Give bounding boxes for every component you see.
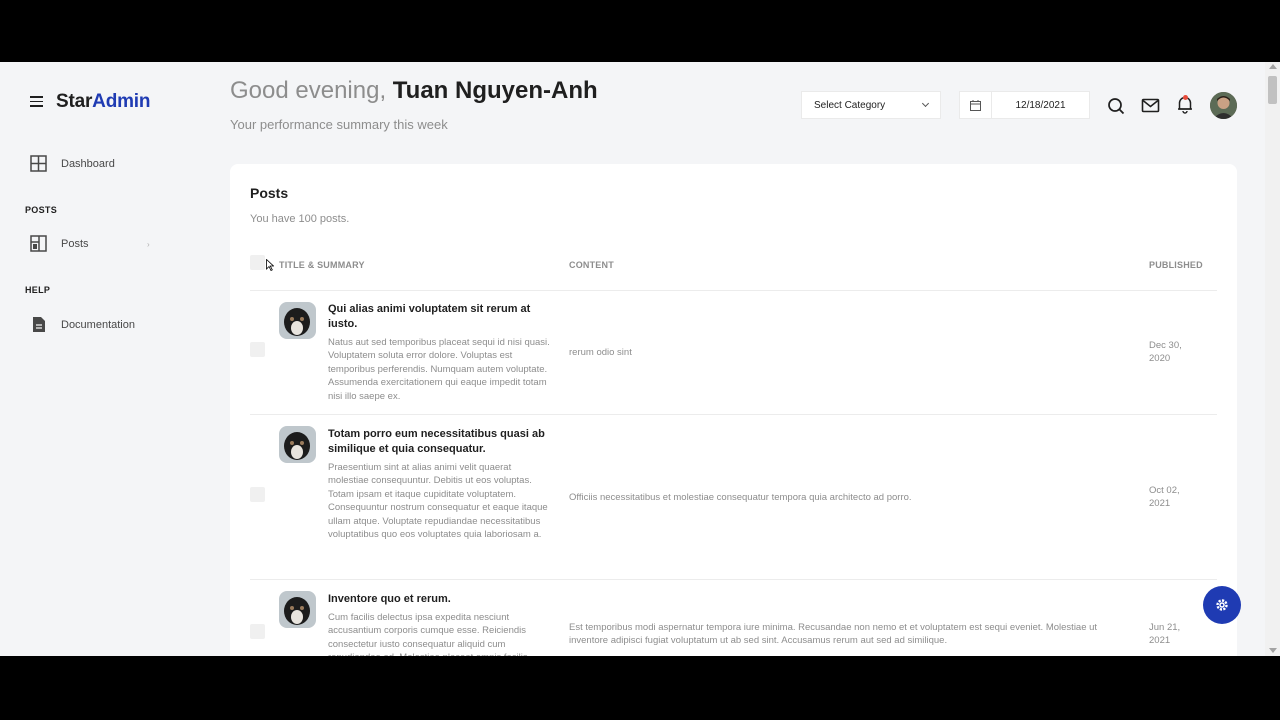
column-header-title[interactable]: TITLE & SUMMARY xyxy=(279,260,365,270)
app-viewport: StarAdmin Dashboard POSTS Posts › HELP D… xyxy=(0,62,1280,656)
sidebar-category-help: HELP xyxy=(25,285,51,295)
post-published-date: Oct 02, 2021 xyxy=(1149,485,1180,510)
post-thumbnail xyxy=(279,426,316,463)
row-checkbox[interactable] xyxy=(250,342,265,357)
category-select-value: Select Category xyxy=(814,99,886,111)
row-divider xyxy=(250,414,1217,415)
category-select[interactable]: Select Category xyxy=(801,91,941,119)
post-published-date: Jun 21, 2021 xyxy=(1149,622,1181,647)
row-divider xyxy=(250,579,1217,580)
scroll-down-icon[interactable] xyxy=(1269,648,1277,653)
mouse-cursor-icon xyxy=(266,259,274,271)
post-content: Est temporibus modi aspernatur tempora i… xyxy=(569,622,1098,647)
column-header-published[interactable]: PUBLISHED xyxy=(1149,260,1203,270)
post-summary: Natus aut sed temporibus placeat sequi i… xyxy=(328,337,550,402)
post-published-date: Dec 30, 2020 xyxy=(1149,340,1182,365)
card-subtitle: You have 100 posts. xyxy=(250,213,350,225)
settings-fab[interactable] xyxy=(1203,586,1241,624)
row-divider xyxy=(250,290,1217,291)
sidebar-item-dashboard[interactable]: Dashboard xyxy=(30,155,115,172)
scroll-up-icon[interactable] xyxy=(1269,64,1277,69)
avatar[interactable] xyxy=(1210,92,1237,119)
post-content: rerum odio sint xyxy=(569,347,632,358)
search-icon[interactable] xyxy=(1106,96,1126,116)
date-picker[interactable]: 12/18/2021 xyxy=(959,91,1090,119)
post-summary: Cum facilis delectus ipsa expedita nesci… xyxy=(328,612,530,656)
card-title: Posts xyxy=(250,185,289,201)
page-subtitle: Your performance summary this week xyxy=(230,117,448,132)
date-value: 12/18/2021 xyxy=(1015,99,1066,111)
post-title[interactable]: Inventore quo et rerum. xyxy=(328,592,553,607)
post-title[interactable]: Qui alias animi voluptatem sit rerum at … xyxy=(328,302,553,332)
vertical-scrollbar[interactable] xyxy=(1265,62,1280,656)
select-all-checkbox[interactable] xyxy=(250,255,265,270)
sidebar-item-posts[interactable]: Posts xyxy=(30,235,89,252)
bell-icon[interactable] xyxy=(1175,94,1195,114)
calendar-icon[interactable] xyxy=(960,92,992,118)
brand-logo[interactable]: StarAdmin xyxy=(56,91,150,113)
row-checkbox[interactable] xyxy=(250,624,265,639)
post-thumbnail xyxy=(279,591,316,628)
row-checkbox[interactable] xyxy=(250,487,265,502)
grid-icon xyxy=(30,155,47,172)
chevron-right-icon: › xyxy=(147,240,150,249)
column-header-content[interactable]: CONTENT xyxy=(569,260,614,270)
post-content: Officiis necessitatibus et molestiae con… xyxy=(569,492,912,503)
sidebar-category-posts: POSTS xyxy=(25,205,58,215)
sidebar-item-label: Dashboard xyxy=(61,157,115,170)
sidebar: StarAdmin Dashboard POSTS Posts › HELP D… xyxy=(0,62,200,656)
gear-icon xyxy=(1216,599,1228,611)
chevron-down-icon xyxy=(921,99,930,108)
posts-card: Posts You have 100 posts. TITLE & SUMMAR… xyxy=(230,164,1237,656)
post-title[interactable]: Totam porro eum necessitatibus quasi ab … xyxy=(328,427,553,457)
mail-icon[interactable] xyxy=(1141,96,1161,116)
post-summary: Praesentium sint at alias animi velit qu… xyxy=(328,462,548,541)
sidebar-item-documentation[interactable]: Documentation xyxy=(30,316,135,333)
post-thumbnail xyxy=(279,302,316,339)
sidebar-item-label: Documentation xyxy=(61,318,135,331)
menu-icon[interactable] xyxy=(30,96,43,107)
document-icon xyxy=(33,317,45,332)
page-greeting: Good evening, Tuan Nguyen-Anh xyxy=(230,77,598,104)
sidebar-item-label: Posts xyxy=(61,237,89,250)
scrollbar-thumb[interactable] xyxy=(1268,76,1277,104)
layout-icon xyxy=(30,235,47,252)
